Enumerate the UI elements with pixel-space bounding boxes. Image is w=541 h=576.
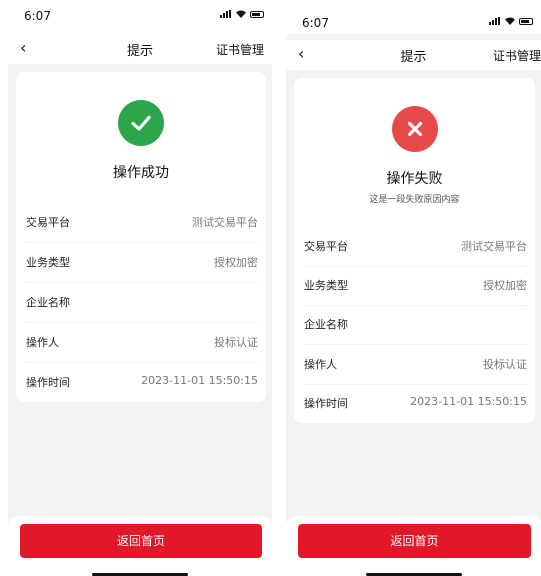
field-value: 2023-11-01 15:50:15: [141, 374, 258, 387]
failure-x-icon: [391, 106, 438, 152]
field-label: 交易平台: [26, 216, 70, 229]
info-row-company-name: 企业名称: [26, 282, 258, 323]
field-label: 操作时间: [304, 397, 348, 410]
field-label: 操作时间: [26, 376, 70, 389]
info-row-operation-time: 操作时间 2023-11-01 15:50:15: [26, 362, 258, 402]
result-card: 操作成功 交易平台 测试交易平台 业务类型 授权加密 企业名称 操作人 投标认证…: [16, 72, 266, 402]
signal-icon: [220, 10, 232, 18]
info-row-company-name: 企业名称: [304, 304, 527, 345]
info-row-operator: 操作人 投标认证: [304, 344, 527, 385]
field-value: 投标认证: [483, 358, 527, 371]
field-label: 操作人: [304, 358, 337, 371]
status-bar: 6:07: [8, 0, 272, 34]
failure-reason: 这是一段失败原因内容: [369, 195, 460, 205]
nav-bar: ‹ 提示 证书管理: [286, 40, 541, 70]
result-title: 操作成功: [113, 165, 169, 181]
info-row-business-type: 业务类型 授权加密: [304, 265, 527, 306]
footer-bar: 返回首页: [8, 516, 272, 576]
field-value: 投标认证: [214, 336, 258, 349]
wifi-icon: [505, 17, 515, 25]
info-row-operator: 操作人 投标认证: [26, 322, 258, 363]
field-label: 业务类型: [304, 279, 348, 292]
status-time: 6:07: [24, 9, 51, 23]
wifi-icon: [236, 10, 246, 18]
nav-bar: ‹ 提示 证书管理: [8, 34, 272, 64]
return-home-button[interactable]: 返回首页: [20, 524, 262, 558]
field-label: 业务类型: [26, 256, 70, 269]
field-value: 测试交易平台: [461, 240, 527, 253]
info-row-platform: 交易平台 测试交易平台: [26, 202, 258, 243]
battery-icon: [519, 17, 533, 25]
field-value: 授权加密: [214, 256, 258, 269]
field-value: 测试交易平台: [192, 216, 258, 229]
status-bar: 6:07: [286, 0, 541, 34]
field-value: 2023-11-01 15:50:15: [410, 395, 527, 408]
success-check-icon: [118, 100, 164, 146]
certificate-management-link[interactable]: 证书管理: [216, 41, 264, 58]
return-home-button[interactable]: 返回首页: [298, 524, 531, 558]
certificate-management-link[interactable]: 证书管理: [493, 47, 541, 64]
signal-icon: [489, 17, 501, 25]
info-row-platform: 交易平台 测试交易平台: [304, 226, 527, 267]
result-card: 操作失败 这是一段失败原因内容 交易平台 测试交易平台 业务类型 授权加密 企业…: [294, 78, 535, 423]
field-label: 企业名称: [304, 318, 348, 331]
field-label: 操作人: [26, 336, 59, 349]
battery-icon: [250, 10, 264, 18]
status-time: 6:07: [302, 16, 329, 30]
info-row-operation-time: 操作时间 2023-11-01 15:50:15: [304, 383, 527, 423]
field-label: 交易平台: [304, 240, 348, 253]
info-row-business-type: 业务类型 授权加密: [26, 242, 258, 283]
field-label: 企业名称: [26, 296, 70, 309]
footer-bar: 返回首页: [286, 516, 541, 576]
result-title: 操作失败: [386, 171, 443, 187]
success-screen: 6:07 ‹ 提示 证书管理 操作成功 交易平台 测试交易平台 业务类型 授权加…: [8, 0, 272, 576]
field-value: 授权加密: [483, 279, 527, 292]
failure-screen: 6:07 ‹ 提示 证书管理 操作失败 这是一段失败原因内容 交易平台 测试交易…: [286, 0, 541, 576]
